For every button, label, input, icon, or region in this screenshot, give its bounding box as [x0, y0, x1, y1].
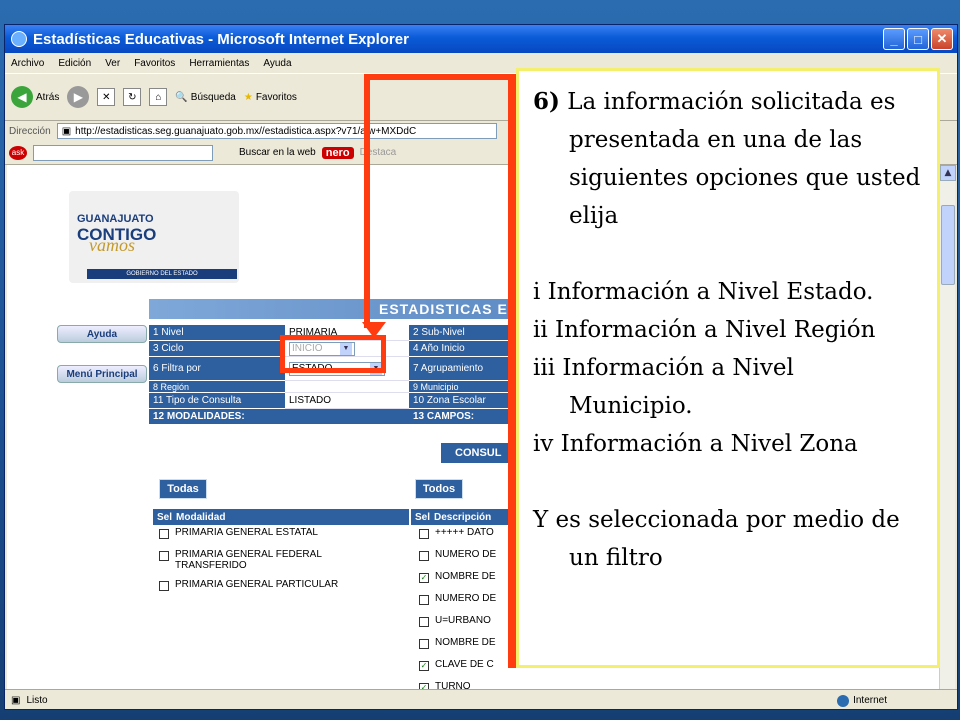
- ie-icon: [11, 31, 27, 47]
- option-zone: iv Información a Nivel Zona: [533, 431, 858, 457]
- callout-intro: 6) La información solicitada es presenta…: [533, 88, 921, 229]
- option-state: i Información a Nivel Estado.: [533, 279, 874, 305]
- zone-indicator: Internet: [837, 694, 887, 707]
- refresh-icon[interactable]: ↻: [123, 88, 142, 106]
- checkbox[interactable]: [419, 551, 429, 561]
- page-icon: ▣: [61, 125, 72, 137]
- list-item[interactable]: U=URBANO: [419, 615, 491, 627]
- nero-button[interactable]: nero: [321, 146, 354, 159]
- window-title: Estadísticas Educativas - Microsoft Inte…: [33, 30, 409, 48]
- main-menu-button[interactable]: Menú Principal: [57, 365, 147, 383]
- address-input[interactable]: ▣ http://estadisticas.seg.guanajuato.gob…: [56, 123, 497, 139]
- status-text: Listo: [26, 695, 48, 706]
- checkbox[interactable]: [159, 581, 169, 591]
- page-status-icon: ▣: [11, 695, 21, 706]
- maximize-button[interactable]: □: [907, 28, 929, 50]
- list-item[interactable]: ✓ NOMBRE DE: [419, 571, 496, 583]
- list-item[interactable]: NUMERO DE: [419, 549, 496, 561]
- title-bar: Estadísticas Educativas - Microsoft Inte…: [5, 25, 957, 53]
- minimize-button[interactable]: _: [883, 28, 905, 50]
- status-bar: ▣ Listo Internet: [5, 689, 957, 711]
- star-icon: ★: [243, 91, 253, 103]
- checkbox[interactable]: [419, 529, 429, 539]
- checkbox[interactable]: [159, 551, 169, 561]
- favorites-button[interactable]: ★ Favoritos: [244, 92, 297, 103]
- highlight-box: [280, 335, 386, 373]
- ask-icon[interactable]: ask: [9, 145, 27, 160]
- logo-subtitle: vamos: [89, 235, 135, 255]
- checkbox-checked[interactable]: ✓: [419, 573, 429, 583]
- annotation-line: [364, 74, 370, 328]
- scroll-up-icon[interactable]: ▲: [940, 165, 956, 181]
- menu-archivo[interactable]: Archivo: [11, 58, 44, 69]
- list-item[interactable]: NUMERO DE: [419, 593, 496, 605]
- checkbox[interactable]: [419, 639, 429, 649]
- forward-button[interactable]: ▶: [67, 86, 90, 108]
- list-item[interactable]: ✓ CLAVE DE C: [419, 659, 494, 671]
- home-icon[interactable]: ⌂: [149, 88, 168, 106]
- back-arrow-icon: ◀: [11, 86, 33, 108]
- instruction-callout: 6) La información solicitada es presenta…: [516, 68, 940, 668]
- menu-ver[interactable]: Ver: [105, 58, 120, 69]
- web-search-button[interactable]: Buscar en la web: [239, 147, 316, 158]
- checkbox[interactable]: [159, 529, 169, 539]
- vertical-scrollbar[interactable]: ▲: [939, 165, 956, 689]
- checkbox-checked[interactable]: ✓: [419, 661, 429, 671]
- list-item[interactable]: PRIMARIA GENERAL FEDERAL TRANSFERIDO: [159, 549, 379, 571]
- checkbox[interactable]: [419, 595, 429, 605]
- list-item[interactable]: +++++ DATO: [419, 527, 494, 539]
- list-item[interactable]: ✓ TURNO: [419, 681, 471, 689]
- search-button[interactable]: 🔍 Búsqueda: [175, 92, 236, 103]
- option-region: ii Información a Nivel Región: [533, 317, 876, 343]
- close-button[interactable]: ✕: [931, 28, 953, 50]
- web-search-input[interactable]: [33, 144, 213, 161]
- globe-icon: [837, 694, 850, 707]
- list-item[interactable]: PRIMARIA GENERAL ESTATAL: [159, 527, 399, 539]
- menu-herramientas[interactable]: Herramientas: [189, 58, 249, 69]
- menu-ayuda[interactable]: Ayuda: [263, 58, 291, 69]
- logo-government-bar: GOBIERNO DEL ESTADO: [87, 269, 237, 279]
- search-icon: 🔍: [175, 91, 188, 103]
- address-label: Dirección: [9, 125, 51, 137]
- fields-table-header: Sel Descripción: [411, 509, 521, 525]
- stop-icon[interactable]: ✕: [97, 88, 116, 106]
- option-municipality: iii Información a Nivel Municipio.: [533, 355, 794, 419]
- annotation-line: [364, 74, 516, 80]
- select-all-modalities-button[interactable]: Todas: [159, 479, 207, 499]
- list-item[interactable]: PRIMARIA GENERAL PARTICULAR: [159, 579, 399, 591]
- back-button[interactable]: ◀ Atrás: [11, 86, 59, 108]
- list-item[interactable]: NOMBRE DE: [419, 637, 496, 649]
- menu-favoritos[interactable]: Favoritos: [134, 58, 175, 69]
- help-button[interactable]: Ayuda: [57, 325, 147, 343]
- select-all-fields-button[interactable]: Todos: [415, 479, 463, 499]
- menu-edicion[interactable]: Edición: [58, 58, 91, 69]
- scroll-thumb[interactable]: [941, 205, 955, 285]
- annotation-line: [508, 74, 516, 668]
- modalities-table-header: Sel Modalidad: [153, 509, 409, 525]
- callout-closing: Y es seleccionada por medio de un filtro: [533, 507, 900, 571]
- checkbox[interactable]: [419, 617, 429, 627]
